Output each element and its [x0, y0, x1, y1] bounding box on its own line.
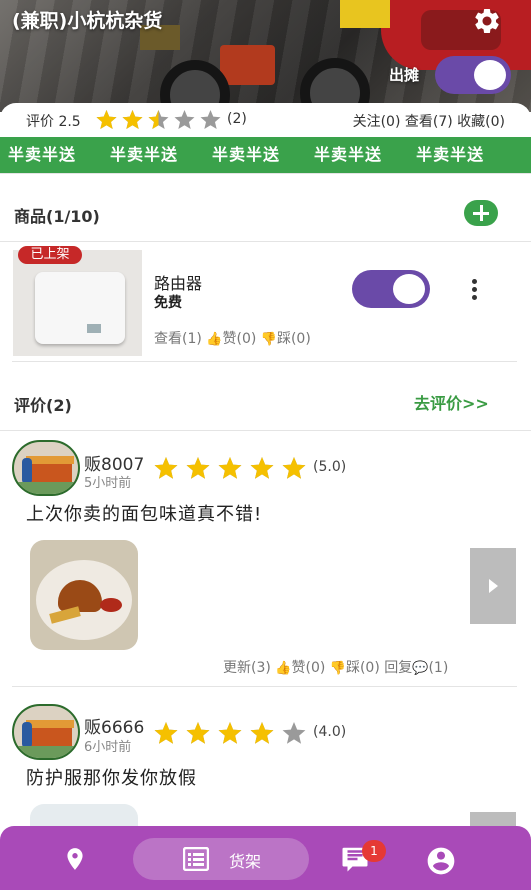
star-fill-icon — [250, 457, 274, 479]
star-fill-icon — [96, 110, 117, 129]
product-meta: 查看(1) 👍赞(0) 👎踩(0) — [154, 328, 311, 348]
likes-count: 赞(0) — [222, 331, 257, 347]
store-stats: 关注(0) 查看(7) 收藏(0) — [352, 114, 505, 130]
divider — [12, 686, 517, 687]
account-icon[interactable] — [425, 845, 457, 877]
write-review-link[interactable]: 去评价>> — [414, 390, 489, 414]
star-fill-icon — [186, 722, 210, 744]
thumbs-up-icon[interactable]: 👍 — [275, 661, 291, 676]
rating-stars — [96, 110, 221, 129]
review-time: 6小时前 — [84, 740, 132, 755]
list-icon — [183, 847, 209, 871]
product-image[interactable] — [13, 250, 142, 356]
listed-badge: 已上架 — [18, 246, 82, 264]
nav-shelf-label: 货架 — [229, 852, 262, 871]
dislikes-count: 踩(0) — [345, 660, 380, 676]
store-title: (兼职)小杭杭杂货 — [12, 10, 163, 32]
star-icon — [200, 110, 221, 129]
views-count: 查看(1) — [154, 331, 202, 347]
star-fill-icon — [154, 457, 178, 479]
rating-bar: 评价 2.5 (2) 关注(0) 查看(7) 收藏(0) — [0, 103, 531, 137]
next-photo-button[interactable] — [470, 548, 516, 624]
update-count: 更新(3) — [223, 660, 271, 676]
star-fill-icon — [154, 722, 178, 744]
stall-toggle[interactable] — [435, 56, 511, 94]
review-meta: 更新(3) 👍赞(0) 👎踩(0) 回复💬(1) — [223, 657, 448, 677]
stall-status-label: 出摊 — [389, 66, 420, 84]
gear-icon[interactable] — [472, 6, 502, 36]
divider — [0, 241, 531, 242]
speech-bubble-icon[interactable]: 💬 — [412, 661, 428, 676]
bottom-nav: 货架 1 — [0, 826, 531, 890]
star-fill-icon — [218, 722, 242, 744]
star-icon — [282, 722, 306, 744]
thumbs-up-icon[interactable]: 👍 — [206, 332, 222, 347]
review-text: 上次你卖的面包味道真不错! — [26, 504, 263, 525]
review-score: (5.0) — [313, 459, 347, 475]
reviewer-avatar[interactable] — [12, 704, 80, 760]
review-score: (4.0) — [313, 724, 347, 740]
star-fill-icon — [250, 722, 274, 744]
location-pin-icon[interactable] — [62, 844, 88, 874]
dislikes-count: 踩(0) — [276, 331, 311, 347]
promo-text: 半卖半送 — [314, 145, 383, 164]
product-name[interactable]: 路由器 — [154, 270, 202, 294]
review-photo[interactable] — [30, 540, 138, 650]
promo-marquee: 半卖半送 半卖半送 半卖半送 半卖半送 半卖半送 — [0, 137, 531, 173]
reply-count: (1) — [428, 660, 449, 676]
review-stars — [154, 722, 306, 744]
product-listed-toggle[interactable] — [352, 270, 430, 308]
add-product-button[interactable] — [464, 200, 498, 226]
star-icon — [174, 110, 195, 129]
message-badge: 1 — [362, 840, 386, 862]
review-text: 防护服那你发你放假 — [26, 768, 197, 789]
review-stars — [154, 457, 306, 479]
rating-count: (2) — [227, 111, 247, 127]
thumbs-down-icon[interactable]: 👎 — [330, 661, 346, 676]
promo-text: 半卖半送 — [212, 145, 281, 164]
reply-button[interactable]: 回复 — [384, 660, 412, 676]
divider — [0, 173, 531, 174]
promo-text: 半卖半送 — [8, 145, 77, 164]
product-price: 免费 — [154, 295, 182, 311]
star-fill-icon — [186, 457, 210, 479]
promo-text: 半卖半送 — [110, 145, 179, 164]
thumbs-down-icon[interactable]: 👎 — [261, 332, 277, 347]
products-header: 商品(1/10) — [14, 207, 100, 226]
star-fill-icon — [122, 110, 143, 129]
divider — [12, 361, 517, 362]
more-vertical-icon[interactable] — [466, 278, 482, 302]
review-time: 5小时前 — [84, 476, 132, 491]
star-fill-icon — [218, 457, 242, 479]
star-fill-icon — [282, 457, 306, 479]
rating-label: 评价 2.5 — [26, 114, 81, 130]
reviews-header: 评价(2) — [14, 396, 72, 415]
promo-text: 半卖半送 — [416, 145, 485, 164]
likes-count: 赞(0) — [291, 660, 326, 676]
nav-shelf-tab[interactable]: 货架 — [133, 838, 309, 880]
reviewer-avatar[interactable] — [12, 440, 80, 496]
reviewer-name: 贩6666 — [84, 718, 145, 738]
divider — [0, 430, 531, 431]
